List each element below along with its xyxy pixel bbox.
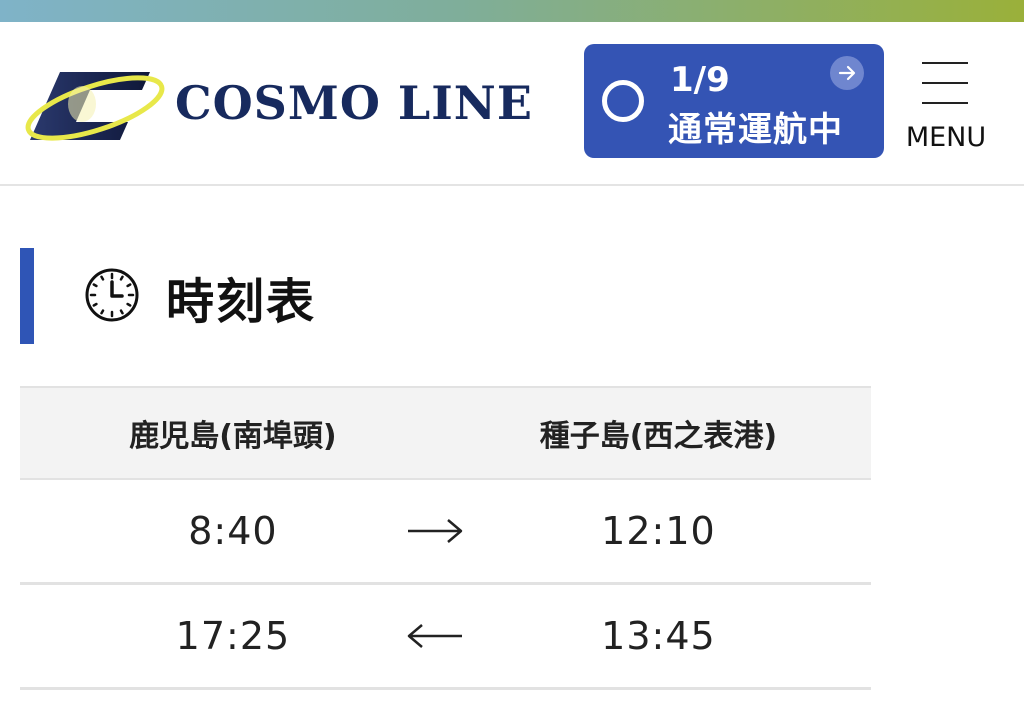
service-status-button[interactable]: 1/9 通常運航中 — [584, 44, 884, 158]
arrival-time-tanegashima: 12:10 — [601, 509, 716, 553]
departure-time-kagoshima: 8:40 — [20, 479, 446, 585]
menu-label: MENU — [905, 122, 987, 153]
heading-accent-bar — [20, 248, 34, 344]
section-heading: 時刻表 — [20, 248, 620, 344]
site-header: COSMO LINE 1/9 通常運航中 MENU — [0, 22, 1024, 186]
time-cell-tanegashima: 13:45 — [407, 583, 871, 690]
time-cell-tanegashima: 12:10 — [407, 479, 871, 585]
header-kagoshima: 鹿児島(南埠頭) — [20, 386, 446, 480]
top-accent-bar — [0, 0, 1024, 22]
timetable: 鹿児島(南埠頭) 種子島(西之表港) 8:40 12:10 17:25 13:4… — [20, 386, 871, 690]
arrow-left-icon — [407, 624, 462, 648]
departure-time-tanegashima: 13:45 — [601, 614, 716, 658]
status-date: 1/9 — [670, 60, 730, 100]
hamburger-icon — [922, 62, 968, 104]
brand-logo[interactable]: COSMO LINE — [20, 64, 550, 146]
circle-status-icon — [602, 80, 644, 122]
page-title: 時刻表 — [166, 274, 317, 330]
arrow-right-icon — [830, 56, 864, 90]
status-text: 通常運航中 — [668, 110, 843, 150]
arrow-right-icon — [407, 519, 463, 543]
arrival-time-kagoshima: 17:25 — [20, 583, 446, 690]
menu-button[interactable]: MENU — [898, 60, 994, 160]
header-tanegashima: 種子島(西之表港) — [445, 386, 871, 480]
brand-name: COSMO LINE — [175, 76, 533, 130]
timetable-header-row: 鹿児島(南埠頭) 種子島(西之表港) — [20, 386, 871, 480]
table-row: 8:40 12:10 — [20, 479, 871, 585]
clock-icon — [85, 268, 139, 322]
table-row: 17:25 13:45 — [20, 583, 871, 690]
cosmo-line-emblem-icon — [25, 72, 165, 141]
